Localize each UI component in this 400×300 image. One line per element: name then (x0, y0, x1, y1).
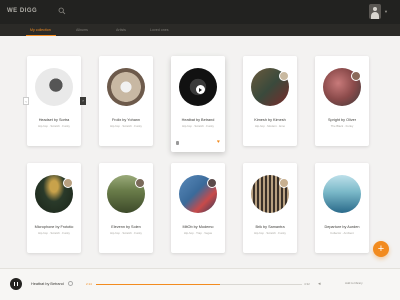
now-playing-title: Heatbat by Betrand (31, 282, 64, 286)
album-title: Spright by Oliver (327, 118, 357, 122)
pause-button[interactable] (10, 278, 22, 290)
pause-icon (16, 282, 18, 286)
active-tab-indicator (26, 34, 56, 36)
album-card[interactable]: Headset by Sortra Hip-hop · Scratch · Fu… (27, 56, 81, 146)
album-title: Kimesh by Kimesh (254, 118, 286, 122)
play-icon[interactable] (196, 85, 205, 94)
tab-loved-ones[interactable]: Loved ones (150, 24, 169, 36)
album-genres: Hip-hop · Scratch · Funky (38, 231, 70, 235)
info-icon[interactable] (68, 281, 73, 286)
album-art (107, 68, 145, 106)
album-art (35, 68, 73, 106)
album-title: Brik by Samantra (255, 225, 285, 229)
progress-fill (96, 284, 220, 285)
album-genres: Hip-hop · Modern · Emo (255, 124, 285, 128)
artist-thumbnail (135, 178, 145, 188)
album-art (323, 175, 361, 213)
album-card[interactable]: Microphone by Frototio Hip-hop · Scratch… (27, 163, 81, 253)
top-bar: WE DIGG ▼ (0, 0, 400, 24)
app-logo[interactable]: WE DIGG (7, 8, 37, 14)
album-card[interactable]: MitOb by Modemo Hip-hop · Trap · Vegas (171, 163, 225, 253)
album-card[interactable]: Brik by Samantra Hip-hop · Scratch · Fun… (243, 163, 297, 253)
chevron-down-icon[interactable]: ▼ (384, 9, 388, 14)
album-genres: Hip-hop · Scratch · Funky (110, 124, 142, 128)
time-elapsed: 2:14 (86, 282, 92, 286)
album-card[interactable]: Spright by Oliver The Black · Funky (315, 56, 369, 146)
album-title: Frolix by Yohann (111, 118, 141, 122)
tab-bar: My collection Albums Artists Loved ones (0, 24, 400, 36)
album-title: Departure by Aurden (324, 225, 360, 229)
album-title: MitOb by Modemo (182, 225, 214, 229)
pause-icon (14, 282, 16, 286)
album-genres: Hip-hop · Scratch · Funky (182, 124, 214, 128)
album-title: Heatbat by Betrand (181, 118, 215, 122)
album-card[interactable]: Frolix by Yohann Hip-hop · Scratch · Fun… (99, 56, 153, 146)
album-genres: Collector · Ambient (330, 231, 354, 235)
add-to-library-button[interactable]: Add to library (345, 281, 363, 285)
carousel-next-button[interactable]: › (80, 97, 86, 105)
progress-track[interactable] (96, 284, 302, 285)
tab-artists[interactable]: Artists (116, 24, 126, 36)
album-genres: Hip-hop · Trap · Vegas (183, 231, 213, 235)
album-art (179, 68, 217, 106)
album-title: Microphone by Frototio (34, 225, 74, 229)
tab-albums[interactable]: Albums (76, 24, 88, 36)
search-icon[interactable] (58, 7, 66, 15)
album-genres: Hip-hop · Scratch · Funky (110, 231, 142, 235)
album-card-playing[interactable]: Heatbat by Betrand Hip-hop · Scratch · F… (171, 56, 225, 152)
album-card[interactable]: Kimesh by Kimesh Hip-hop · Modern · Emo (243, 56, 297, 146)
artist-thumbnail (351, 71, 361, 81)
user-avatar[interactable] (369, 4, 381, 19)
artist-thumbnail (279, 178, 289, 188)
time-total: 4:32 (304, 282, 310, 286)
album-card[interactable]: Departure by Aurden Collector · Ambient (315, 163, 369, 253)
volume-icon[interactable]: ◂ (318, 281, 324, 287)
album-genres: The Black · Funky (330, 124, 354, 128)
album-genres: Hip-hop · Scratch · Funky (38, 124, 70, 128)
artist-thumbnail (63, 178, 73, 188)
app-root: WE DIGG ▼ My collection Albums Artists L… (0, 0, 400, 300)
add-button[interactable]: + (373, 241, 389, 257)
album-genres: Hip-hop · Scratch · Funky (254, 231, 286, 235)
artist-thumbnail (279, 71, 289, 81)
share-icon[interactable] (176, 141, 179, 145)
artist-thumbnail (207, 178, 217, 188)
player-bar: Heatbat by Betrand 2:14 4:32 ◂ Add to li… (0, 268, 400, 300)
album-card[interactable]: Elevenn by Solen Hip-hop · Scratch · Fun… (99, 163, 153, 253)
carousel-prev-button[interactable]: ‹ (23, 97, 29, 105)
album-title: Headset by Sortra (38, 118, 70, 122)
album-title: Elevenn by Solen (111, 225, 141, 229)
heart-icon[interactable]: ♥ (217, 140, 220, 145)
